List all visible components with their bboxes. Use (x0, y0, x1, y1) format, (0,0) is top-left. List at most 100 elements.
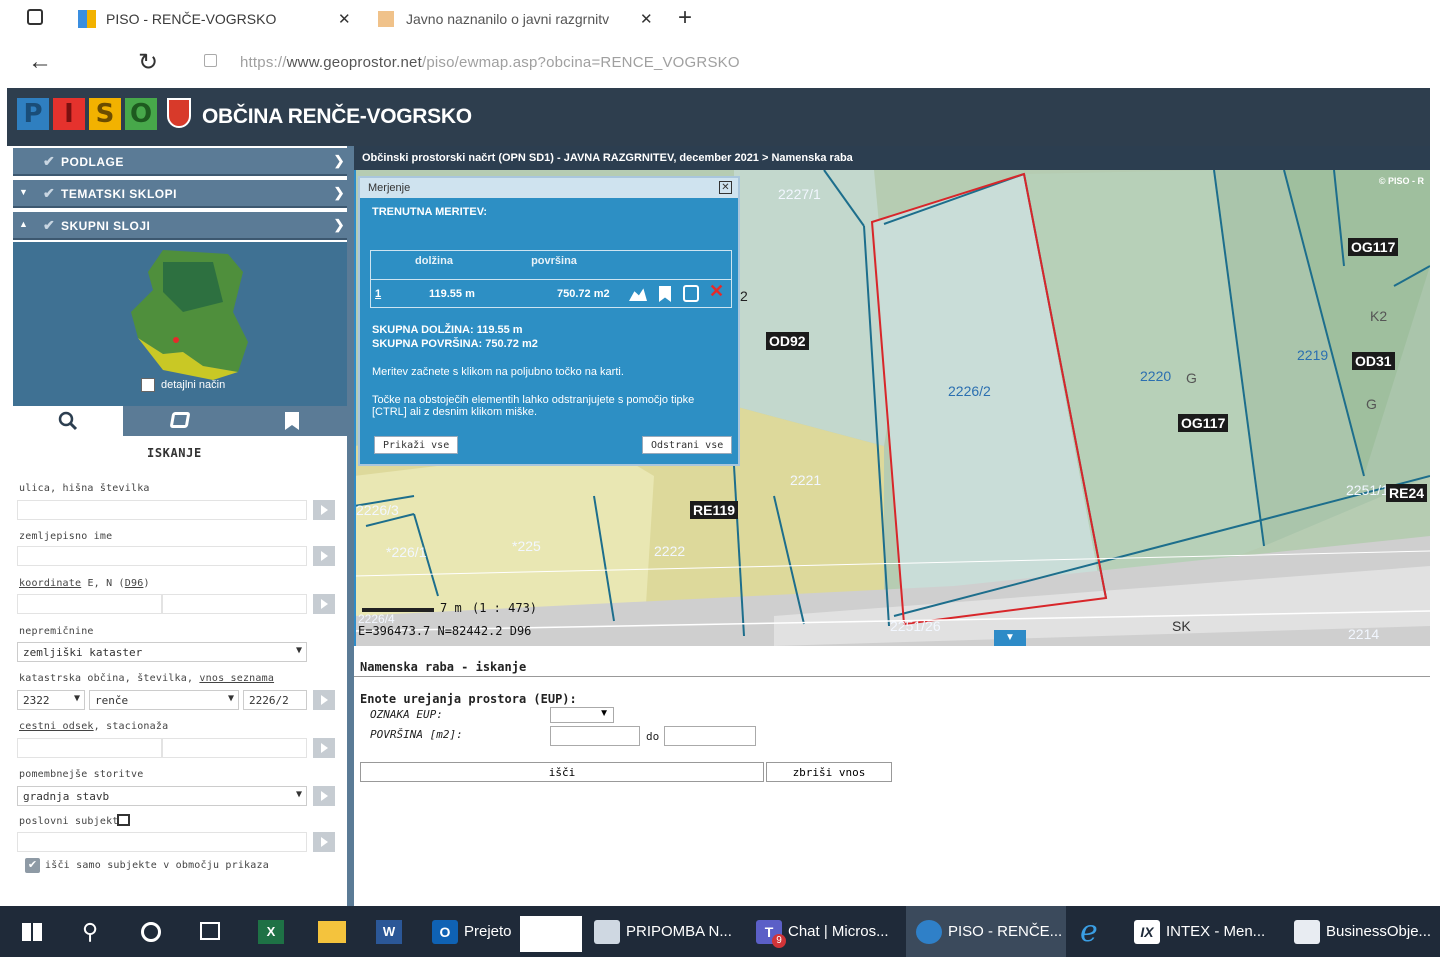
street-input[interactable] (17, 500, 307, 520)
menu-tematski-sklopi[interactable]: ▼ ✔ TEMATSKI SKLOPI ❯ (13, 180, 347, 208)
parcel-number-input[interactable]: 2226/2 (243, 690, 307, 710)
search-button[interactable]: išči (360, 762, 764, 782)
taskbar-teams[interactable]: T 9 Chat | Micros... (756, 906, 889, 957)
chevron-right-icon: ❯ (333, 153, 345, 168)
tab-piso[interactable]: PISO - RENČE-VOGRSKO ✕ (78, 6, 368, 32)
search-panel-title: ISKANJE (147, 446, 202, 460)
remove-all-button[interactable]: Odstrani vse (642, 436, 733, 454)
zone-label: SK (1172, 618, 1191, 634)
area-only-checkbox[interactable]: ✔ (25, 858, 40, 873)
taskbar-outlook[interactable]: O Prejeto (432, 906, 512, 957)
taskbar-label: PISO - RENČE... (948, 923, 1063, 940)
to-label: do (646, 730, 660, 743)
bookmark-icon[interactable] (659, 286, 671, 302)
street-go-button[interactable] (313, 500, 335, 520)
taskbar-piso-active[interactable]: PISO - RENČE... (906, 906, 1066, 957)
coord-go-button[interactable] (313, 594, 335, 614)
detail-mode-checkbox[interactable] (141, 378, 155, 392)
road-go-button[interactable] (313, 738, 335, 758)
parcel-go-button[interactable] (313, 690, 335, 710)
stationing-input[interactable] (162, 738, 307, 758)
new-tab-icon[interactable]: + (678, 4, 692, 32)
taskbar-pripomba[interactable]: PRIPOMBA N... (594, 906, 732, 957)
expand-panel-button[interactable]: ▼ (994, 630, 1026, 646)
intex-icon: IX (1134, 919, 1160, 944)
back-arrow-icon[interactable]: ← (28, 48, 52, 76)
coord-e-input[interactable] (17, 594, 162, 614)
scale-bar (362, 608, 434, 612)
road-section-input[interactable] (17, 738, 162, 758)
ko-name-select[interactable]: renče ▼ (89, 690, 239, 710)
word-icon[interactable]: W (376, 920, 402, 944)
show-all-button[interactable]: Prikaži vse (374, 436, 459, 454)
hint-start: Meritev začnete s klikom na poljubno toč… (372, 366, 624, 378)
file-explorer-icon[interactable] (318, 921, 346, 943)
geo-label: zemljepisno ime (19, 531, 113, 542)
d96-link[interactable]: D96 (125, 578, 144, 589)
close-icon[interactable]: ✕ (719, 181, 732, 194)
internet-explorer-icon[interactable]: e (1080, 914, 1098, 949)
tab-layers[interactable] (123, 406, 235, 436)
zone-label: OD92 (766, 332, 809, 350)
property-select[interactable]: zemljiški kataster ▼ (17, 642, 307, 662)
coord-n-input[interactable] (162, 594, 307, 614)
road-section-link[interactable]: cestni odsek (19, 721, 94, 732)
business-go-button[interactable] (313, 832, 335, 852)
tab-bookmarks[interactable] (235, 406, 347, 436)
ko-code-select[interactable]: 2322 ▼ (17, 690, 85, 710)
delete-icon[interactable]: ✕ (709, 281, 724, 302)
clear-button[interactable]: zbriši vnos (766, 762, 892, 782)
area-to-input[interactable] (664, 726, 756, 746)
land-use-search-panel: Namenska raba - iskanje Enote urejanja p… (354, 656, 1430, 906)
zone-label: 2 (740, 288, 748, 304)
zone-label: G (1366, 396, 1377, 412)
geo-name-input[interactable] (17, 546, 307, 566)
eup-select[interactable]: ▼ (550, 707, 614, 723)
windows-start-icon[interactable] (22, 923, 42, 941)
close-icon[interactable]: ✕ (640, 10, 653, 28)
search-icon[interactable]: ⚲ (82, 919, 98, 945)
close-icon[interactable]: ✕ (338, 10, 351, 28)
teams-badge: 9 (772, 934, 786, 948)
measure-row-index[interactable]: 1 (375, 279, 381, 307)
taskbar-intex[interactable]: IX INTEX - Men... (1134, 906, 1265, 957)
col-length-header: dolžina (415, 255, 453, 267)
parcel-label: 2226/3 (356, 502, 399, 518)
taskbar-label: Prejeto (464, 923, 512, 940)
geo-go-button[interactable] (313, 546, 335, 566)
tab-search[interactable] (13, 406, 123, 436)
menu-label: TEMATSKI SKLOPI (61, 187, 177, 201)
task-view-icon[interactable] (200, 922, 220, 940)
area-from-input[interactable] (550, 726, 640, 746)
refresh-icon[interactable]: ↻ (138, 48, 158, 77)
cortana-icon[interactable] (141, 922, 161, 942)
table-divider (371, 279, 731, 280)
services-go-button[interactable] (313, 786, 335, 806)
business-input[interactable] (17, 832, 307, 852)
menu-skupni-sloji[interactable]: ▲ ✔ SKUPNI SLOJI ❯ (13, 212, 347, 240)
profile-icon[interactable] (629, 288, 647, 301)
browser-tab-bar: PISO - RENČE-VOGRSKO ✕ Javno naznanilo o… (0, 0, 1440, 38)
coord-label: koordinate E, N (D96) (19, 578, 150, 589)
url-host: www.geoprostor.net (286, 54, 422, 71)
excel-icon[interactable]: X (258, 920, 284, 944)
tab-javno-naznanilo[interactable]: Javno naznanilo o javni razgrnitv ✕ (378, 6, 668, 32)
business-info-icon[interactable] (117, 814, 130, 826)
overview-map[interactable]: detajlni način (13, 242, 347, 406)
menu-podlage[interactable]: ✔ PODLAGE ❯ (13, 148, 347, 176)
chevron-down-icon: ▼ (295, 789, 302, 800)
expand-down-icon[interactable]: ▼ (19, 187, 28, 197)
collapse-up-icon[interactable]: ▲ (19, 219, 28, 229)
coord-link[interactable]: koordinate (19, 578, 81, 589)
tab-actions-icon[interactable] (27, 9, 43, 25)
services-select[interactable]: gradnja stavb ▼ (17, 786, 307, 806)
cadastral-label: katastrska občina, številka, vnos seznam… (19, 673, 274, 684)
info-icon[interactable] (683, 285, 699, 302)
list-entry-link[interactable]: vnos seznama (199, 673, 274, 684)
parcel-label: 2222 (654, 543, 686, 559)
taskbar-label: BusinessObje... (1326, 923, 1432, 940)
taskbar-businessobjects[interactable]: BusinessObje... (1294, 906, 1431, 957)
zone-label: OG117 (1178, 414, 1229, 432)
coordinates-readout: E=396473.7 N=82442.2 D96 (358, 624, 532, 638)
url-field[interactable]: https://www.geoprostor.net/piso/ewmap.as… (240, 54, 740, 71)
